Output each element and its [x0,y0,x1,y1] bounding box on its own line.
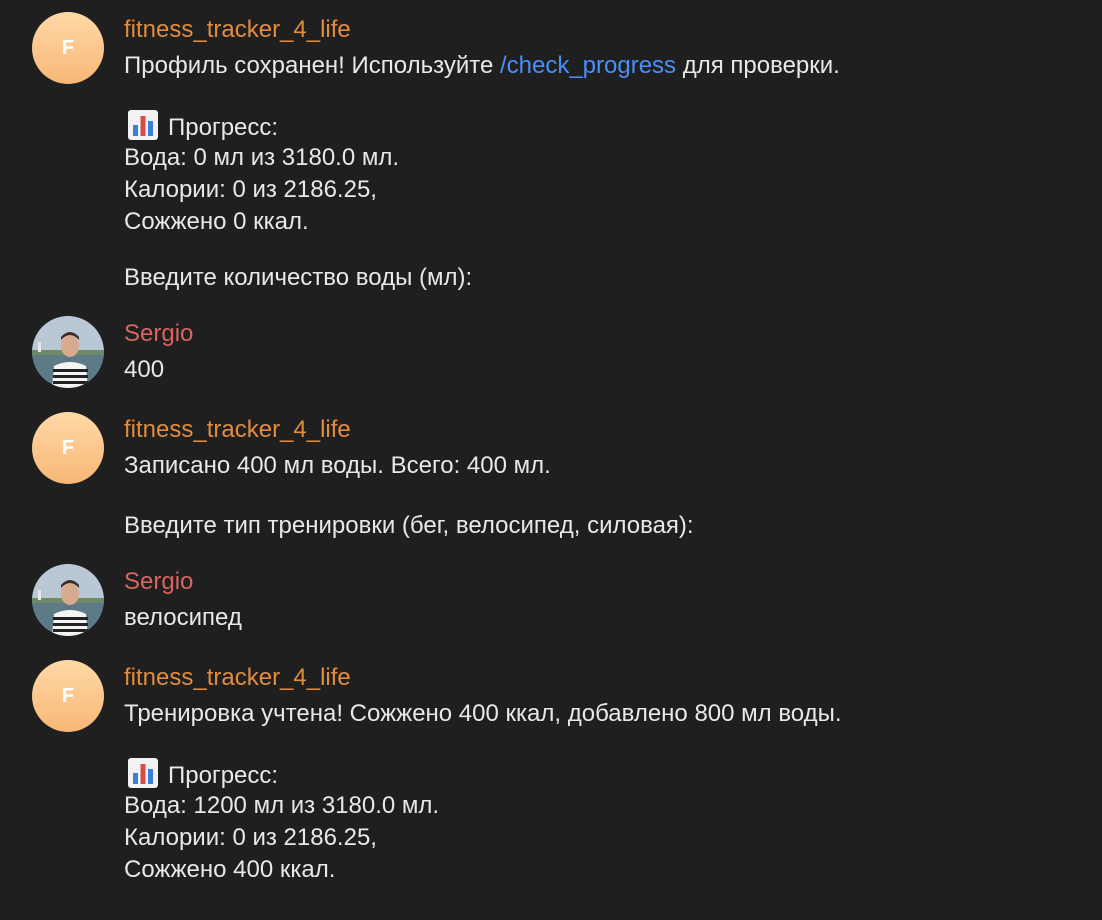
message-text: Записано 400 мл воды. Всего: 400 мл. [124,452,551,479]
bot-avatar[interactable]: F [32,660,104,732]
bar-chart-icon [128,758,158,788]
water-progress: Вода: 0 мл из 3180.0 мл. [124,144,400,171]
progress-title: Прогресс: [168,114,279,141]
workout-prompt: Введите тип тренировки (бег, велосипед, … [124,512,694,539]
user-avatar[interactable] [32,316,104,388]
bot-avatar[interactable]: F [32,12,104,84]
user-photo [32,564,104,636]
user-avatar[interactable] [32,564,104,636]
message-text: Тренировка учтена! Сожжено 400 ккал, доб… [124,700,842,727]
bot-avatar-letter: F [61,684,75,707]
message-text: 400 [124,356,165,383]
calories-progress: Калории: 0 из 2186.25, [124,824,377,851]
user-photo [32,316,104,388]
bot-sender-name[interactable]: fitness_tracker_4_life [124,416,351,444]
message-text-suffix: для проверки. [676,52,840,79]
bot-avatar-letter: F [61,436,75,459]
check-progress-command-link[interactable]: /check_progress [500,52,676,79]
water-progress: Вода: 1200 мл из 3180.0 мл. [124,792,440,819]
calories-progress: Калории: 0 из 2186.25, [124,176,377,203]
bot-sender-name[interactable]: fitness_tracker_4_life [124,664,351,692]
bot-sender-name[interactable]: fitness_tracker_4_life [124,16,351,44]
progress-title-line: Прогресс: [124,758,278,792]
message-text-prefix: Профиль сохранен! Используйте [124,52,500,79]
progress-title-line: Прогресс: [124,110,278,144]
bot-avatar-letter: F [61,36,75,59]
burned-progress: Сожжено 400 ккал. [124,856,336,883]
chat-history: F fitness_tracker_4_life Профиль сохране… [0,0,1102,920]
user-sender-name[interactable]: Sergio [124,320,193,348]
message-text: Профиль сохранен! Используйте /check_pro… [124,50,840,82]
burned-progress: Сожжено 0 ккал. [124,208,309,235]
progress-title: Прогресс: [168,762,279,789]
bot-avatar[interactable]: F [32,412,104,484]
message-text: велосипед [124,604,242,631]
water-prompt: Введите количество воды (мл): [124,264,473,291]
bar-chart-icon [128,110,158,140]
user-sender-name[interactable]: Sergio [124,568,193,596]
